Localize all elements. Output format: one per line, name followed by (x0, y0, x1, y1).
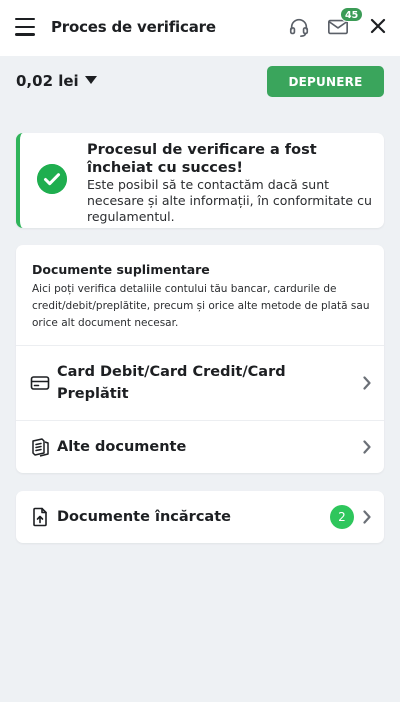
mail-badge: 45 (340, 7, 364, 22)
close-icon[interactable] (369, 17, 387, 35)
documents-icon (32, 438, 49, 457)
card-documents-label: Card Debit/Card Credit/Card Preplătit (57, 364, 286, 402)
deposit-button[interactable]: DEPUNERE (267, 66, 384, 97)
page-title: Proces de verificare (51, 18, 216, 36)
card-documents-row[interactable]: Card Debit/Card Credit/Card Preplătit (16, 346, 384, 420)
chevron-right-icon (363, 376, 371, 390)
uploaded-count-badge: 2 (330, 505, 354, 529)
chevron-right-icon (363, 510, 371, 524)
documents-description: Aici poți verifica detaliile contului tă… (32, 283, 370, 329)
success-title: Procesul de verificare a fost încheiat c… (87, 142, 317, 176)
caret-down-icon (84, 76, 97, 84)
uploaded-documents-row[interactable]: Documente încărcate 2 (16, 491, 384, 543)
menu-icon[interactable] (15, 18, 35, 36)
balance-amount: 0,02 lei (16, 72, 79, 90)
uploaded-documents-label: Documente încărcate (57, 509, 231, 525)
card-icon (30, 376, 50, 390)
documents-title: Documente suplimentare (32, 262, 210, 277)
balance-selector[interactable]: 0,02 lei (16, 72, 97, 90)
top-bar: Proces de verificare 45 (0, 0, 400, 56)
headset-icon[interactable] (288, 16, 310, 38)
check-circle-icon (37, 164, 67, 194)
success-text: Este posibil să te contactăm dacă sunt n… (87, 177, 372, 224)
other-documents-label: Alte documente (57, 439, 187, 455)
additional-documents-card: Documente suplimentare Aici poți verific… (16, 245, 384, 473)
other-documents-row[interactable]: Alte documente (16, 421, 384, 473)
upload-file-icon (33, 507, 47, 527)
chevron-right-icon (363, 440, 371, 454)
verification-success-card: Procesul de verificare a fost încheiat c… (16, 133, 384, 228)
